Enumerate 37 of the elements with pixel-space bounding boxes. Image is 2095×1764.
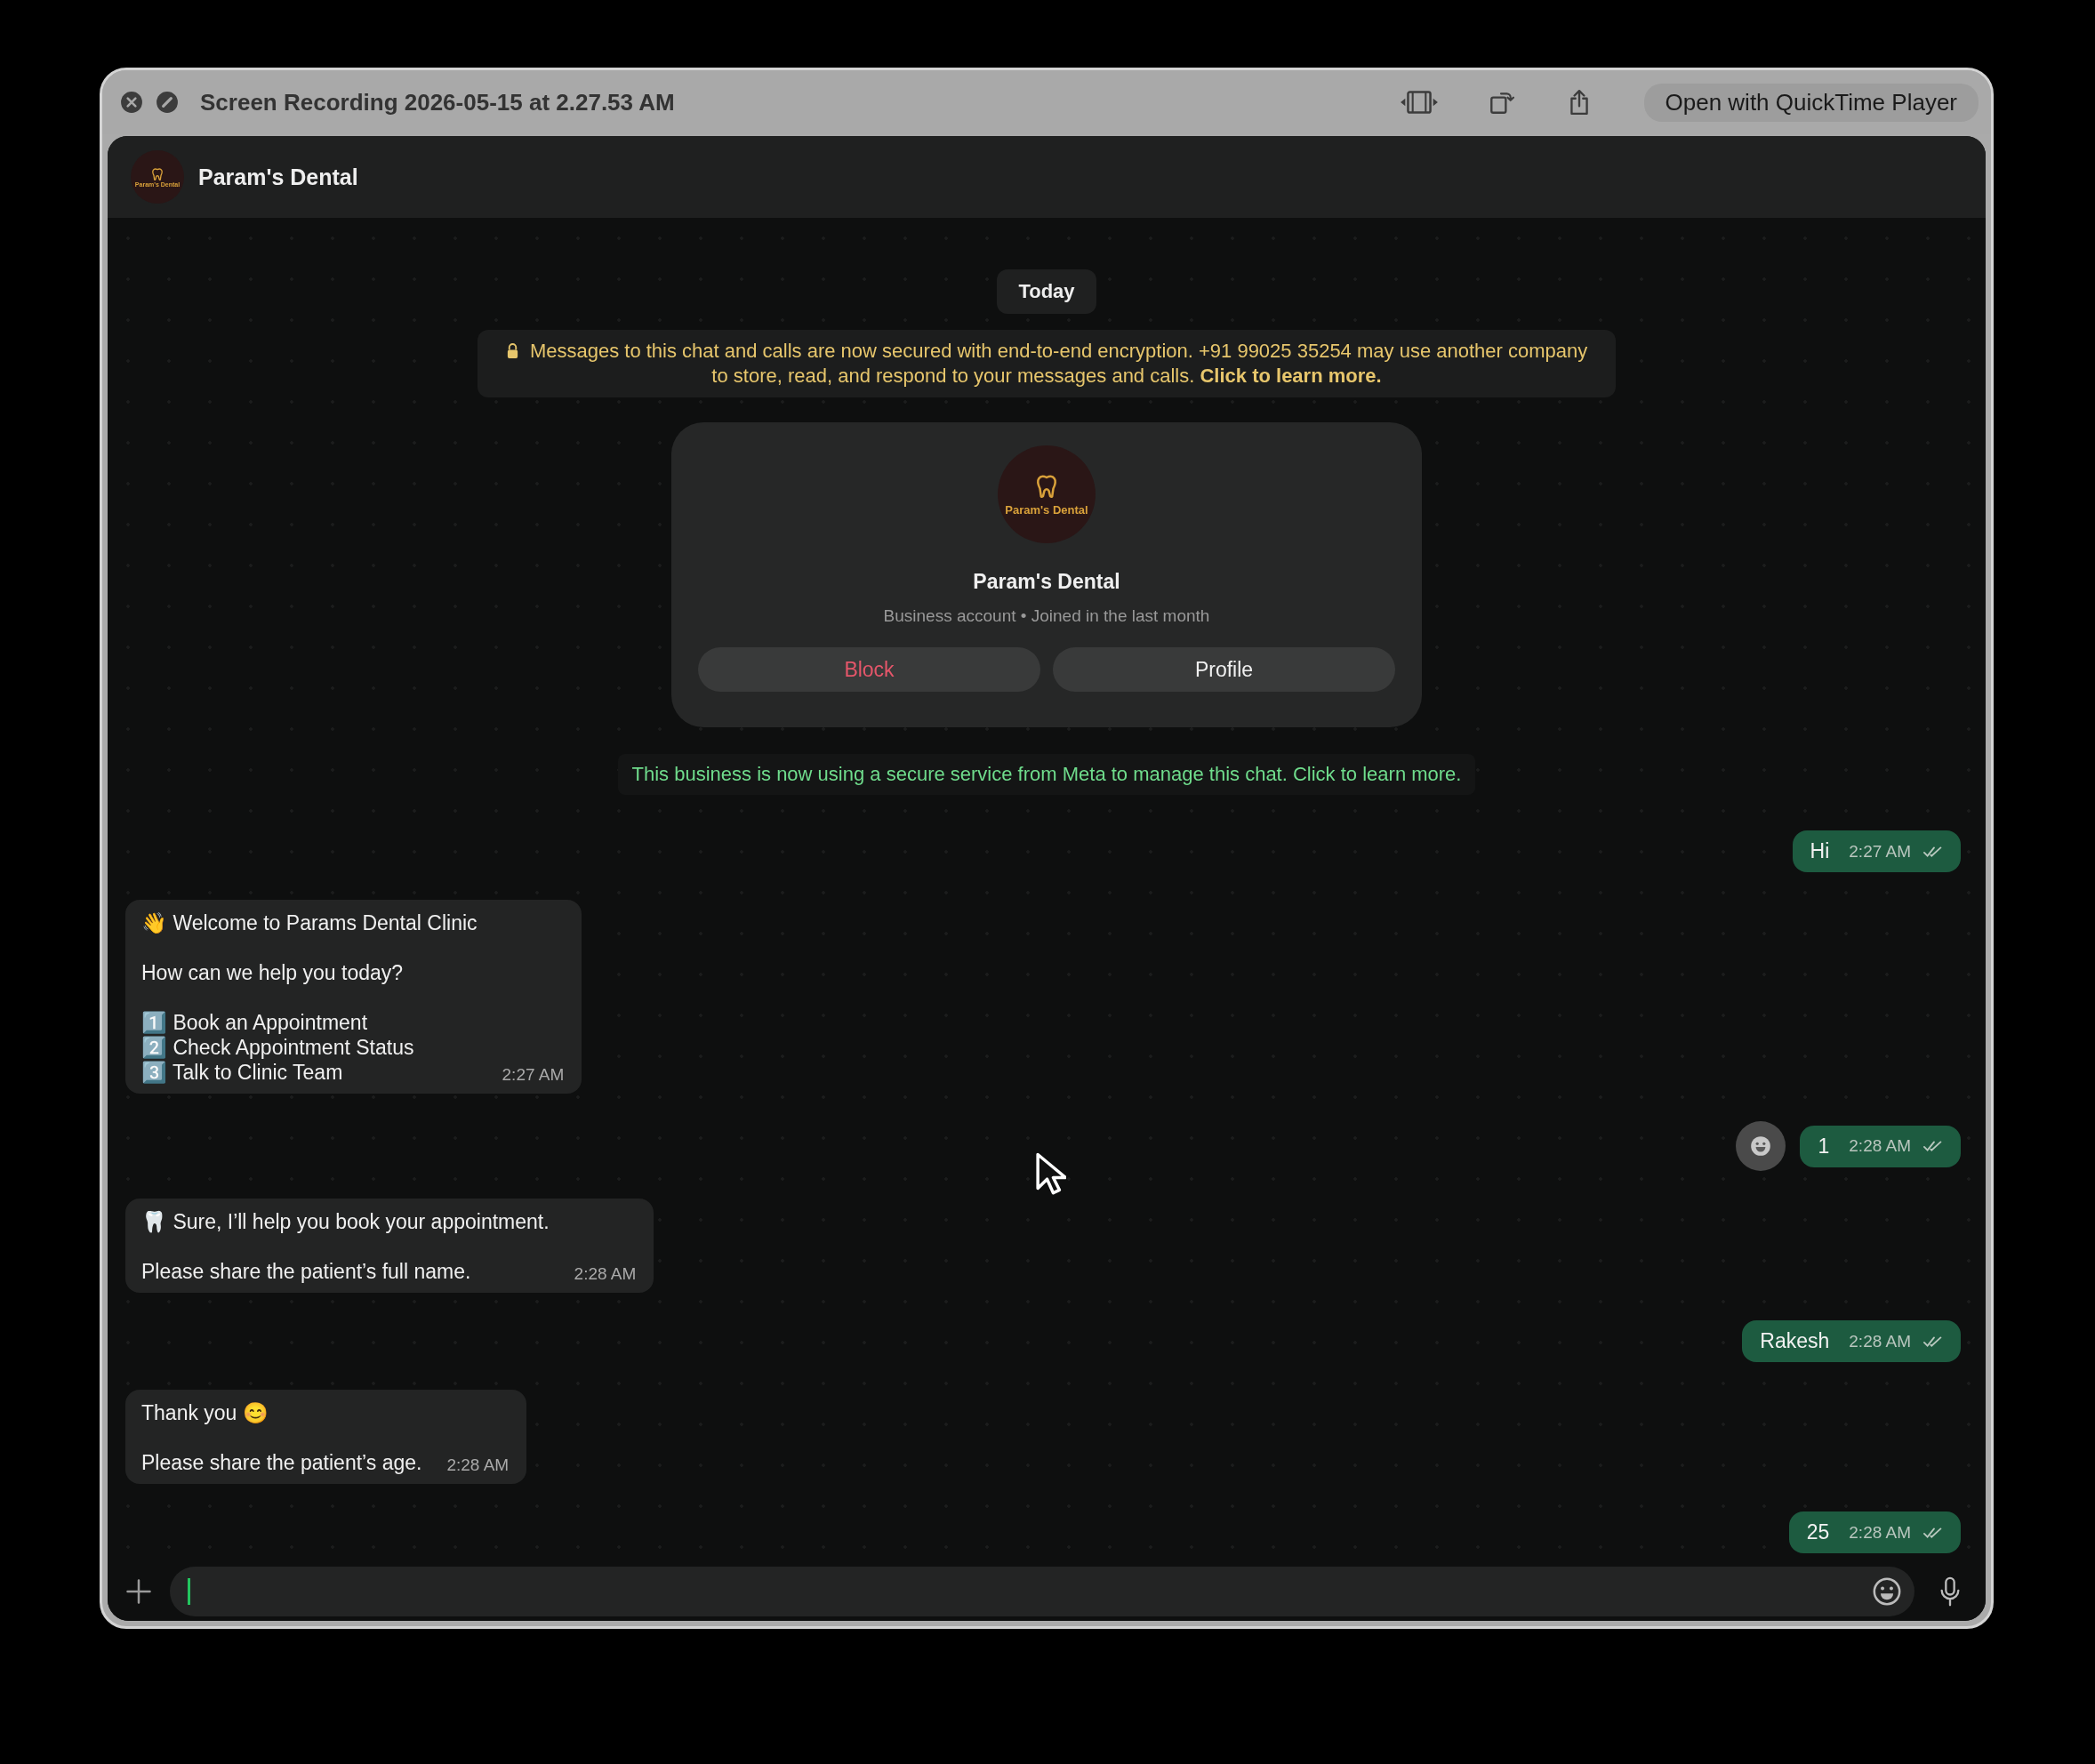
logo-text: Param's Dental	[1005, 502, 1088, 517]
close-icon[interactable]	[120, 91, 143, 114]
message-text: 1⃣ Book an Appointment 2⃣ Check Appointment Status 3⃣ Talk to Clinic Team	[141, 1010, 415, 1085]
emoji-icon[interactable]	[1872, 1576, 1902, 1607]
message-time: 2:28 AM	[446, 1455, 510, 1475]
business-name: Param's Dental	[973, 570, 1120, 594]
message-text: Thank you 😊	[141, 1400, 269, 1425]
business-subtitle: Business account • Joined in the last month	[883, 606, 1210, 626]
contact-name: Param's Dental	[198, 164, 358, 190]
open-with-button[interactable]: Open with QuickTime Player	[1643, 83, 1979, 122]
edit-icon[interactable]	[156, 91, 179, 114]
message-text: How can we help you today?	[141, 960, 405, 985]
smiley-icon	[1749, 1135, 1773, 1158]
message-text: 👋 Welcome to Params Dental Clinic	[141, 910, 478, 935]
plus-icon[interactable]	[125, 1578, 152, 1605]
message-text: 1	[1818, 1134, 1830, 1159]
message-text: 25	[1806, 1520, 1830, 1544]
message-input-field[interactable]	[170, 1567, 1914, 1616]
encryption-text: Messages to this chat and calls are now secured with end-to-end encryption. +91 99025 35254 may use another company to store, read, and respond to your messages and calls. Click to learn more.	[529, 340, 1588, 387]
message-time: 2:28 AM	[574, 1264, 637, 1284]
message-time: 2:27 AM	[502, 1065, 565, 1085]
message-text: Please share the patient’s age.	[141, 1450, 422, 1475]
message-time: 2:28 AM	[1849, 1136, 1911, 1156]
message-text: Please share the patient’s full name.	[141, 1259, 472, 1284]
window-title: Screen Recording 2026-05-15 at 2.27.53 AM	[200, 88, 675, 116]
message-time: 2:28 AM	[1849, 1331, 1911, 1351]
mouse-pointer-icon	[1034, 1151, 1066, 1198]
message-text: Hi	[1810, 839, 1830, 863]
tooth-logo-icon	[150, 166, 165, 181]
date-label: Today	[997, 269, 1096, 314]
message-text: 🦷 Sure, I’ll help you book your appointment.	[141, 1209, 550, 1234]
message-text: Rakesh	[1760, 1329, 1830, 1353]
message-time: 2:27 AM	[1849, 841, 1911, 862]
meta-notice: This business is now using a secure service from Meta to manage this chat. Click to learn more.	[617, 754, 1476, 795]
profile-button[interactable]: Profile	[1053, 647, 1395, 692]
lock-icon	[505, 342, 519, 359]
message-time: 2:28 AM	[1849, 1522, 1911, 1543]
